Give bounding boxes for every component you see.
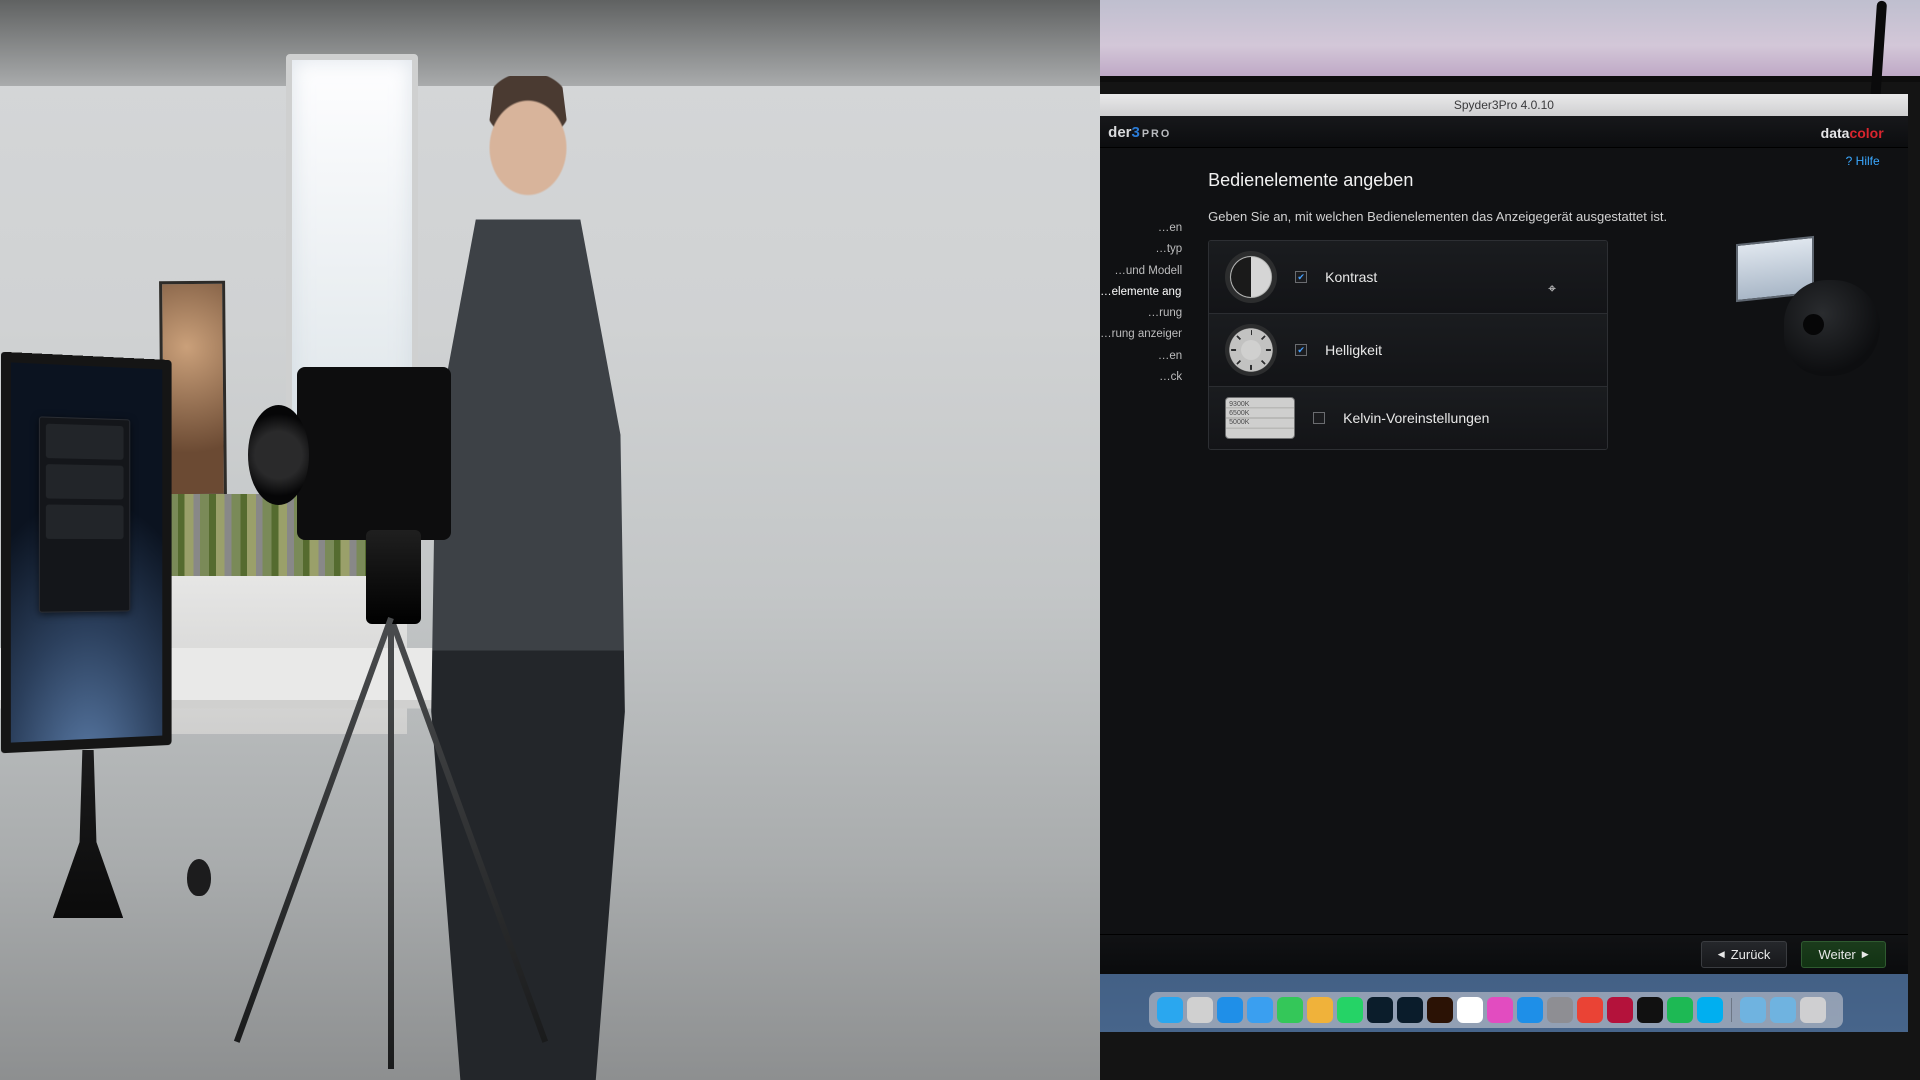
brightness-icon bbox=[1225, 324, 1277, 376]
left-monitor-app-window bbox=[39, 417, 130, 613]
triangle-right-icon: ▶ bbox=[1862, 949, 1869, 960]
wizard-step[interactable]: …elemente angeben bbox=[1100, 282, 1182, 303]
window-title: Spyder3Pro 4.0.10 bbox=[1454, 98, 1554, 112]
dock-app-downloads[interactable] bbox=[1740, 997, 1766, 1023]
camera bbox=[297, 367, 451, 540]
dock-app-safari[interactable] bbox=[1217, 997, 1243, 1023]
logo-prefix: der bbox=[1108, 124, 1131, 141]
wizard-step[interactable]: …ck bbox=[1100, 367, 1182, 388]
wizard-step[interactable]: …rung anzeigen bbox=[1100, 324, 1182, 345]
dock-app-lightroom[interactable] bbox=[1367, 997, 1393, 1023]
studio-photo bbox=[0, 0, 1100, 1080]
logo-number: 3 bbox=[1132, 124, 1140, 141]
checkbox-kelvin[interactable] bbox=[1313, 412, 1325, 424]
dock-app-settings[interactable] bbox=[1547, 997, 1573, 1023]
wizard-step[interactable]: …en bbox=[1100, 346, 1182, 367]
triangle-left-icon: ◀ bbox=[1718, 949, 1725, 960]
dock-app-mail[interactable] bbox=[1247, 997, 1273, 1023]
dock-app-photos[interactable] bbox=[1457, 997, 1483, 1023]
contrast-icon bbox=[1225, 251, 1277, 303]
macos-dock[interactable] bbox=[1149, 992, 1844, 1028]
dock-separator bbox=[1731, 998, 1732, 1022]
left-monitor-screen bbox=[1, 352, 172, 754]
checkbox-kontrast[interactable] bbox=[1295, 271, 1307, 283]
right-monitor: Spyder3Pro 4.0.10 der3PRO datacolor …en…… bbox=[1100, 0, 1920, 1080]
dock-app-itunes[interactable] bbox=[1487, 997, 1513, 1023]
spyder-app-window: der3PRO datacolor …en…typ…und Modell…ele… bbox=[1100, 116, 1908, 974]
wizard-step[interactable]: …und Modell bbox=[1100, 261, 1182, 282]
dock-app-photoshop[interactable] bbox=[1397, 997, 1423, 1023]
back-button[interactable]: ◀ Zurück bbox=[1701, 941, 1788, 968]
dock-app-spotify[interactable] bbox=[1667, 997, 1693, 1023]
monitor-bezel: Spyder3Pro 4.0.10 der3PRO datacolor …en…… bbox=[1100, 0, 1920, 1080]
page-subtitle: Geben Sie an, mit welchen Bedienelemente… bbox=[1208, 209, 1878, 224]
page-title: Bedienelemente angeben bbox=[1208, 170, 1878, 191]
dock-app-terminal[interactable] bbox=[1637, 997, 1663, 1023]
label-kelvin: Kelvin-Voreinstellungen bbox=[1343, 410, 1489, 426]
dock-app-trash[interactable] bbox=[1800, 997, 1826, 1023]
mouse-cursor-icon bbox=[1548, 280, 1556, 297]
mouse bbox=[187, 859, 211, 897]
ceiling bbox=[0, 0, 1100, 86]
wizard-step[interactable]: …typ bbox=[1100, 239, 1182, 260]
wizard-content: Hilfe Bedienelemente angeben Geben Sie a… bbox=[1190, 148, 1908, 928]
window-titlebar[interactable]: Spyder3Pro 4.0.10 bbox=[1100, 94, 1908, 116]
next-button-label: Weiter bbox=[1818, 947, 1855, 962]
controls-panel: Kontrast Helligkeit 9300K6500K5000K Kelv… bbox=[1208, 240, 1608, 450]
left-monitor-stand bbox=[53, 750, 123, 918]
app-header: der3PRO datacolor bbox=[1100, 116, 1908, 148]
wall-behind-monitor bbox=[1100, 0, 1920, 82]
device-illustration bbox=[1730, 240, 1880, 400]
dock-app-documents[interactable] bbox=[1770, 997, 1796, 1023]
control-row-helligkeit[interactable]: Helligkeit bbox=[1209, 314, 1607, 387]
brand-logo: datacolor bbox=[1821, 125, 1884, 141]
dock-app-bridge[interactable] bbox=[1427, 997, 1453, 1023]
dock-app-appstore[interactable] bbox=[1517, 997, 1543, 1023]
kelvin-icon: 9300K6500K5000K bbox=[1225, 397, 1295, 439]
wizard-footer: ◀ Zurück Weiter ▶ bbox=[1100, 934, 1908, 974]
app-logo: der3PRO bbox=[1108, 124, 1171, 141]
checkbox-helligkeit[interactable] bbox=[1295, 344, 1307, 356]
dock-app-launchpad[interactable] bbox=[1187, 997, 1213, 1023]
label-helligkeit: Helligkeit bbox=[1325, 342, 1382, 358]
wizard-step[interactable]: …rung bbox=[1100, 303, 1182, 324]
dock-app-whatsapp[interactable] bbox=[1337, 997, 1363, 1023]
back-button-label: Zurück bbox=[1731, 947, 1771, 962]
left-monitor bbox=[0, 356, 176, 918]
dock-app-finder[interactable] bbox=[1157, 997, 1183, 1023]
control-row-kontrast[interactable]: Kontrast bbox=[1209, 241, 1607, 314]
brand-part1: data bbox=[1821, 125, 1850, 141]
person bbox=[418, 76, 638, 1080]
control-row-kelvin[interactable]: 9300K6500K5000K Kelvin-Voreinstellungen bbox=[1209, 387, 1607, 449]
wizard-step[interactable]: …en bbox=[1100, 218, 1182, 239]
wizard-sidebar: …en…typ…und Modell…elemente angeben…rung… bbox=[1100, 148, 1190, 928]
dock-app-maps[interactable] bbox=[1307, 997, 1333, 1023]
logo-suffix: PRO bbox=[1142, 128, 1171, 140]
brand-part2: color bbox=[1849, 125, 1883, 141]
dock-app-messages[interactable] bbox=[1277, 997, 1303, 1023]
monitor-screen: Spyder3Pro 4.0.10 der3PRO datacolor …en…… bbox=[1100, 94, 1908, 1032]
label-kontrast: Kontrast bbox=[1325, 269, 1377, 285]
dock-app-chrome[interactable] bbox=[1577, 997, 1603, 1023]
colorimeter-icon bbox=[1784, 280, 1880, 376]
help-link[interactable]: Hilfe bbox=[1846, 154, 1880, 168]
dock-app-skype[interactable] bbox=[1697, 997, 1723, 1023]
dock-app-spyder[interactable] bbox=[1607, 997, 1633, 1023]
next-button[interactable]: Weiter ▶ bbox=[1801, 941, 1885, 968]
